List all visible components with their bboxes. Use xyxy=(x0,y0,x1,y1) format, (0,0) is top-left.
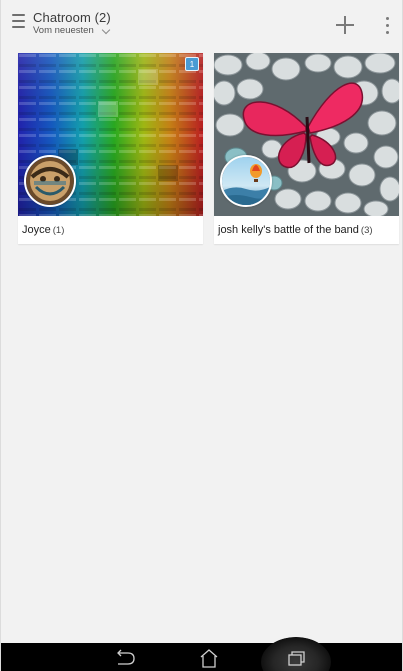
sort-label: Vom neuesten xyxy=(33,25,94,36)
title-block: Chatroom (2) Vom neuesten xyxy=(33,11,111,36)
chatroom-title: josh kelly's battle of the band xyxy=(218,224,359,236)
hot-air-balloon-avatar xyxy=(220,155,272,207)
chatroom-title: Joyce xyxy=(22,224,51,236)
chatroom-name: josh kelly's battle of the band (3) xyxy=(218,224,373,236)
app-frame: Chatroom (2) Vom neuesten 1 Joyce (1) jo… xyxy=(0,0,403,671)
chevron-down-icon xyxy=(101,25,110,34)
member-count: (3) xyxy=(360,225,373,236)
smile-avatar xyxy=(24,155,76,207)
recent-apps-icon[interactable] xyxy=(261,637,331,671)
home-icon[interactable] xyxy=(189,643,229,671)
chatroom-card-josh-kelly[interactable]: josh kelly's battle of the band (3) xyxy=(214,53,399,244)
chatroom-name: Joyce (1) xyxy=(22,224,64,236)
hamburger-menu-icon[interactable] xyxy=(12,14,25,29)
system-nav-bar xyxy=(1,637,402,671)
page-title: Chatroom (2) xyxy=(33,10,111,25)
unread-badge: 1 xyxy=(185,57,199,71)
member-count: (1) xyxy=(52,225,65,236)
chatroom-card-joyce[interactable]: 1 Joyce (1) xyxy=(18,53,203,244)
sort-dropdown[interactable]: Vom neuesten xyxy=(33,25,111,36)
plus-icon[interactable] xyxy=(335,15,355,35)
more-vertical-icon[interactable] xyxy=(381,16,393,36)
top-app-bar: Chatroom (2) Vom neuesten xyxy=(1,0,402,46)
back-icon[interactable] xyxy=(104,643,144,671)
